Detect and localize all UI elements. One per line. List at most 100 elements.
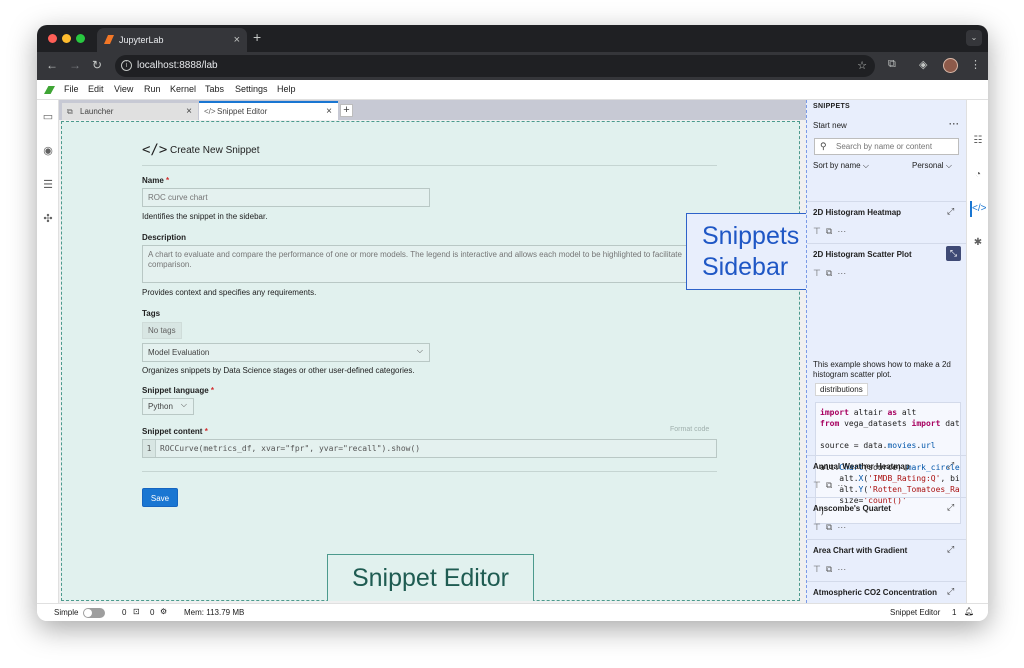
tab-search-icon[interactable]: ⌄ (966, 30, 982, 46)
snippet-item[interactable]: Atmospheric CO2 Concentration ⤢ (807, 581, 967, 603)
snippet-actions: ⊤ ⧉ ··· (813, 564, 846, 575)
gauge-icon[interactable]: ◔ (970, 167, 986, 183)
tags-field[interactable]: No tags (142, 322, 182, 339)
tab-launcher[interactable]: ⧉ Launcher × (62, 103, 198, 120)
stop-circle-icon[interactable]: ◉ (40, 143, 56, 159)
close-window-button[interactable] (48, 34, 57, 43)
format-code-button[interactable]: Format code (670, 426, 709, 433)
content-label: Snippet content * (142, 427, 208, 436)
code-icon[interactable]: </> (970, 201, 986, 217)
folder-icon[interactable]: ▭ (40, 109, 56, 125)
description-field[interactable]: A chart to evaluate and compare the perf… (142, 245, 717, 283)
bug-icon[interactable]: ✱ (970, 235, 986, 251)
site-info-icon[interactable]: i (121, 60, 132, 71)
document-tabbar: ⧉ Launcher × </> Snippet Editor × + (59, 100, 806, 120)
snippet-item[interactable]: 2D Histogram Heatmap ⤢ ⊤ ⧉ ··· (807, 201, 967, 243)
address-bar[interactable]: i localhost:8888/lab ☆ (115, 55, 875, 77)
insert-icon[interactable]: ⊤ (813, 480, 821, 490)
jupyter-favicon-icon (104, 35, 114, 44)
insert-icon[interactable]: ⊤ (813, 226, 821, 236)
close-icon[interactable]: × (186, 103, 192, 120)
more-icon[interactable]: ··· (837, 564, 846, 574)
browser-tab[interactable]: JupyterLab × (97, 28, 247, 52)
extensions-icon[interactable]: ⧉ (888, 58, 896, 71)
copy-icon[interactable]: ⧉ (826, 564, 832, 574)
new-tab-button[interactable]: + (253, 29, 261, 45)
terminal-count[interactable]: 0 (122, 608, 126, 617)
menu-run[interactable]: Run (144, 84, 161, 94)
maximize-window-button[interactable] (76, 34, 85, 43)
tab-snippet-editor[interactable]: </> Snippet Editor × (199, 101, 338, 120)
insert-icon[interactable]: ⊤ (813, 268, 821, 278)
minimize-window-button[interactable] (62, 34, 71, 43)
close-tab-icon[interactable]: × (234, 28, 240, 52)
language-select[interactable]: Python ⌵ (142, 398, 194, 415)
expand-icon[interactable]: ⤢ (947, 206, 954, 217)
reload-icon[interactable]: ↻ (92, 58, 102, 72)
expand-icon[interactable]: ⤢ (947, 460, 954, 471)
more-icon[interactable]: ··· (837, 226, 846, 236)
more-icon[interactable]: ··· (837, 522, 846, 532)
settings-sliders-icon[interactable]: ☷ (970, 133, 986, 149)
profile-avatar[interactable] (943, 58, 958, 73)
name-field[interactable]: ROC curve chart (142, 188, 430, 207)
copy-icon[interactable]: ⧉ (826, 522, 832, 532)
more-icon[interactable]: ··· (837, 268, 846, 278)
language-label: Snippet language * (142, 386, 215, 395)
collapse-icon[interactable]: ⤡ (946, 246, 961, 261)
more-options-icon[interactable]: ··· (949, 119, 960, 129)
menu-view[interactable]: View (114, 84, 133, 94)
gear-icon: ⚙ (160, 607, 168, 616)
kernel-count[interactable]: 0 (150, 608, 154, 617)
back-arrow-icon[interactable]: ← (46, 58, 58, 72)
snippets-sidebar-annotation: Snippets Sidebar (686, 213, 823, 290)
close-icon[interactable]: × (326, 103, 332, 120)
list-icon[interactable]: ☰ (40, 177, 56, 193)
snippet-item[interactable]: Area Chart with Gradient ⤢ ⊤ ⧉ ··· (807, 539, 967, 581)
copy-icon[interactable]: ⧉ (826, 268, 832, 278)
menu-edit[interactable]: Edit (88, 84, 104, 94)
bookmark-star-icon[interactable]: ☆ (857, 55, 867, 77)
shield-icon[interactable]: ◈ (919, 58, 927, 71)
puzzle-icon[interactable]: ✣ (40, 211, 56, 227)
terminal-icon: ⊡ (133, 607, 140, 616)
snippet-tag[interactable]: distributions (815, 383, 868, 396)
tab-snippet-editor-label: Snippet Editor (217, 107, 268, 116)
more-icon[interactable]: ··· (837, 480, 846, 490)
snippet-name: 2D Histogram Scatter Plot (813, 250, 912, 259)
expand-icon[interactable]: ⤢ (947, 586, 954, 597)
snippet-description: This example shows how to make a 2d hist… (813, 360, 951, 379)
name-help-text: Identifies the snippet in the sidebar. (142, 212, 268, 221)
chevron-down-icon: ⌵ (416, 346, 423, 355)
search-input[interactable]: ⚲ Search by name or content (814, 138, 959, 155)
jupyter-logo-icon (44, 86, 55, 94)
browser-window: JupyterLab × + ⌄ ← → ↻ i localhost:8888/… (37, 25, 988, 621)
save-button[interactable]: Save (142, 488, 178, 507)
category-select[interactable]: Model Evaluation ⌵ (142, 343, 430, 362)
add-tab-button[interactable]: + (340, 104, 353, 117)
menu-settings[interactable]: Settings (235, 84, 268, 94)
code-editor[interactable]: 1 ROCCurve(metrics_df, xvar="fpr", yvar=… (142, 439, 717, 458)
expand-icon[interactable]: ⤢ (947, 544, 954, 555)
copy-icon[interactable]: ⧉ (826, 226, 832, 236)
expand-icon[interactable]: ⤢ (947, 502, 954, 513)
start-new-button[interactable]: Start new (813, 121, 847, 130)
insert-icon[interactable]: ⊤ (813, 564, 821, 574)
menu-kernel[interactable]: Kernel (170, 84, 196, 94)
insert-icon[interactable]: ⊤ (813, 522, 821, 532)
name-field-value: ROC curve chart (148, 193, 208, 202)
simple-mode-toggle[interactable] (83, 608, 105, 618)
bell-icon[interactable]: 🔔︎ (964, 607, 974, 616)
forward-arrow-icon[interactable]: → (69, 58, 81, 72)
divider (142, 471, 717, 472)
menu-tabs[interactable]: Tabs (205, 84, 224, 94)
more-menu-icon[interactable]: ⋮ (970, 58, 981, 71)
menu-help[interactable]: Help (277, 84, 296, 94)
sort-dropdown[interactable]: Sort by name ⌵ (813, 161, 869, 171)
copy-icon[interactable]: ⧉ (826, 480, 832, 490)
snippet-item[interactable]: Annual Weather Heatmap ⤢ ⊤ ⧉ ··· (807, 455, 967, 497)
filter-dropdown[interactable]: Personal ⌵ (912, 161, 952, 171)
snippet-item[interactable]: Anscombe's Quartet ⤢ ⊤ ⧉ ··· (807, 497, 967, 539)
category-value: Model Evaluation (148, 348, 210, 357)
menu-file[interactable]: File (64, 84, 79, 94)
